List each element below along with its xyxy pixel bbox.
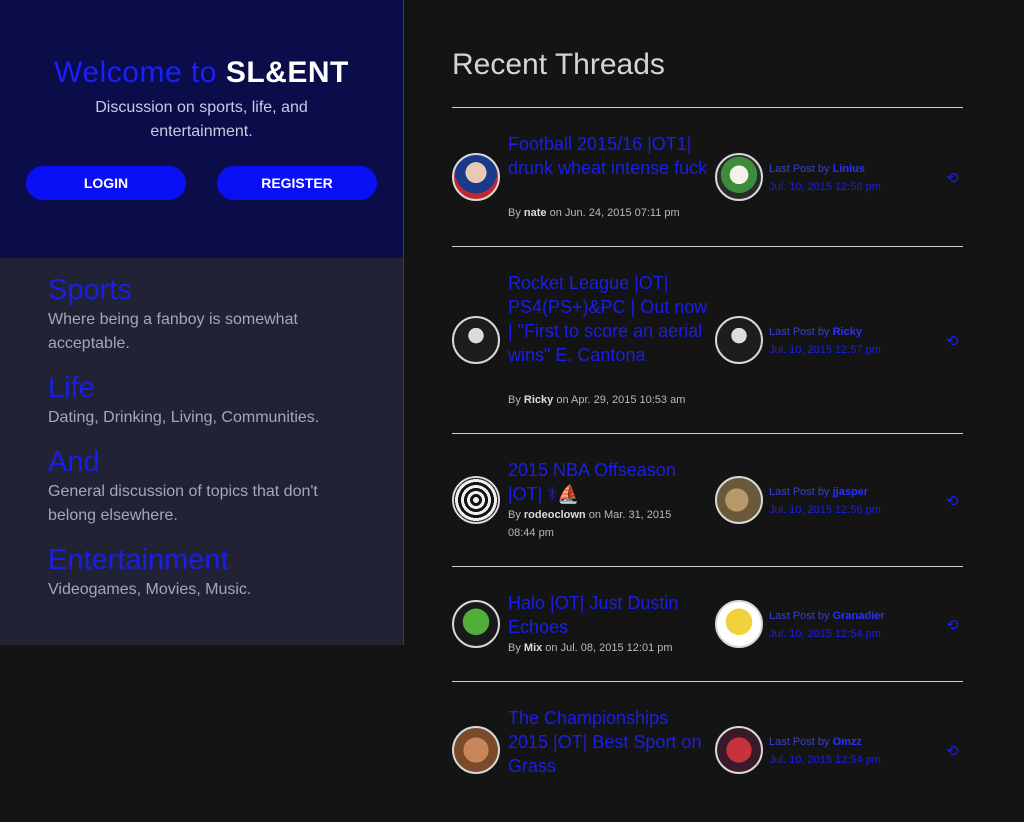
author-avatar[interactable] xyxy=(452,726,500,774)
thread-row: The Championships 2015 |OT| Best Sport o… xyxy=(452,682,963,822)
thread-meta: By Mix on Jul. 08, 2015 12:01 pm xyxy=(508,639,708,657)
thread-row: 2015 NBA Offseason |OT| ⚕⛵ By rodeoclown… xyxy=(452,434,963,567)
recent-history-icon[interactable]: ⟲ xyxy=(946,744,962,760)
welcome-prefix: Welcome to xyxy=(54,56,226,89)
by-label: By xyxy=(508,207,524,219)
author-avatar[interactable] xyxy=(452,153,500,201)
recent-history-icon[interactable]: ⟲ xyxy=(946,494,962,510)
category-and[interactable]: And General discussion of topics that do… xyxy=(48,444,355,528)
last-post-label: Last Post by xyxy=(769,610,833,622)
last-post-date: Jul. 10, 2015 12:54 pm xyxy=(769,628,881,640)
last-post-label: Last Post by xyxy=(769,326,833,338)
by-label: By xyxy=(508,509,524,521)
last-post-label: Last Post by xyxy=(769,163,833,175)
last-post-info: Last Post by jjasper Jul. 10, 2015 12:56 … xyxy=(769,483,929,519)
welcome-heading: Welcome to SL&ENT xyxy=(0,56,403,90)
category-life[interactable]: Life Dating, Drinking, Living, Communiti… xyxy=(48,370,355,430)
last-post-info: Last Post by Ricky Jul. 10, 2015 12:57 pm xyxy=(769,323,929,359)
last-poster-avatar[interactable] xyxy=(715,316,763,364)
last-poster-name[interactable]: Ricky xyxy=(833,326,862,338)
site-brand: SL&ENT xyxy=(225,56,349,89)
last-post-info: Last Post by Linius Jul. 10, 2015 12:58 p… xyxy=(769,160,929,196)
last-post-date: Jul. 10, 2015 12:57 pm xyxy=(769,344,881,356)
category-description: General discussion of topics that don't … xyxy=(48,483,318,524)
last-poster-avatar[interactable] xyxy=(715,726,763,774)
sidebar: Welcome to SL&ENT Discussion on sports, … xyxy=(0,0,404,645)
thread-meta: By nate on Jun. 24, 2015 07:11 pm xyxy=(508,204,708,222)
thread-meta: By Ricky on Apr. 29, 2015 10:53 am xyxy=(508,391,708,409)
category-title[interactable]: And xyxy=(48,444,355,480)
thread-row: Halo |OT| Just Dustin Echoes By Mix on J… xyxy=(452,567,963,682)
last-poster-name[interactable]: jjasper xyxy=(833,486,868,498)
last-post-date: Jul. 10, 2015 12:58 pm xyxy=(769,181,881,193)
last-post-label: Last Post by xyxy=(769,486,833,498)
last-post-info: Last Post by Granadier Jul. 10, 2015 12:5… xyxy=(769,607,929,643)
register-button[interactable]: REGISTER xyxy=(217,166,377,200)
recent-history-icon[interactable]: ⟲ xyxy=(946,171,962,187)
last-poster-name[interactable]: Omzz xyxy=(833,736,862,748)
thread-date: Apr. 29, 2015 10:53 am xyxy=(571,394,686,406)
last-post-date: Jul. 10, 2015 12:56 pm xyxy=(769,504,881,516)
category-description: Where being a fanboy is somewhat accepta… xyxy=(48,311,298,352)
last-post-date: Jul. 10, 2015 12:54 pm xyxy=(769,754,881,766)
last-post-label: Last Post by xyxy=(769,736,833,748)
thread-author[interactable]: Ricky xyxy=(524,394,553,406)
last-poster-name[interactable]: Linius xyxy=(833,163,865,175)
category-sports[interactable]: Sports Where being a fanboy is somewhat … xyxy=(48,272,355,356)
auth-buttons: LOGIN REGISTER xyxy=(0,166,403,200)
thread-row: Rocket League |OT| PS4(PS+)&PC | Out now… xyxy=(452,247,963,434)
last-poster-name[interactable]: Granadier xyxy=(833,610,885,622)
by-label: By xyxy=(508,642,524,654)
thread-row: Football 2015/16 |OT1| drunk wheat inten… xyxy=(452,108,963,247)
recent-threads-heading: Recent Threads xyxy=(452,48,963,108)
on-label: on xyxy=(553,394,572,406)
thread-title[interactable]: The Championships 2015 |OT| Best Sport o… xyxy=(508,706,708,778)
thread-author[interactable]: Mix xyxy=(524,642,542,654)
thread-title[interactable]: Halo |OT| Just Dustin Echoes xyxy=(508,591,708,639)
recent-history-icon[interactable]: ⟲ xyxy=(946,618,962,634)
category-title[interactable]: Life xyxy=(48,370,355,406)
last-poster-avatar[interactable] xyxy=(715,600,763,648)
category-list: Sports Where being a fanboy is somewhat … xyxy=(0,258,403,645)
author-avatar[interactable] xyxy=(452,316,500,364)
last-poster-avatar[interactable] xyxy=(715,476,763,524)
category-entertainment[interactable]: Entertainment Videogames, Movies, Music. xyxy=(48,542,355,602)
author-avatar[interactable] xyxy=(452,476,500,524)
thread-author[interactable]: rodeoclown xyxy=(524,509,586,521)
thread-title[interactable]: 2015 NBA Offseason |OT| ⚕⛵ xyxy=(508,458,713,506)
site-tagline: Discussion on sports, life, and entertai… xyxy=(95,99,308,140)
recent-history-icon[interactable]: ⟲ xyxy=(946,334,962,350)
welcome-panel: Welcome to SL&ENT Discussion on sports, … xyxy=(0,0,403,258)
last-poster-avatar[interactable] xyxy=(715,153,763,201)
thread-title[interactable]: Rocket League |OT| PS4(PS+)&PC | Out now… xyxy=(508,271,713,367)
thread-author[interactable]: nate xyxy=(524,207,547,219)
category-title[interactable]: Sports xyxy=(48,272,355,308)
thread-meta: By rodeoclown on Mar. 31, 2015 08:44 pm xyxy=(508,506,698,542)
author-avatar[interactable] xyxy=(452,600,500,648)
thread-date: Jun. 24, 2015 07:11 pm xyxy=(564,207,680,219)
category-description: Videogames, Movies, Music. xyxy=(48,581,252,598)
by-label: By xyxy=(508,394,524,406)
category-description: Dating, Drinking, Living, Communities. xyxy=(48,409,320,426)
thread-date: Jul. 08, 2015 12:01 pm xyxy=(560,642,673,654)
recent-threads-panel: Recent Threads Football 2015/16 |OT1| dr… xyxy=(452,0,963,822)
category-title[interactable]: Entertainment xyxy=(48,542,355,578)
thread-title[interactable]: Football 2015/16 |OT1| drunk wheat inten… xyxy=(508,132,708,180)
last-post-info: Last Post by Omzz Jul. 10, 2015 12:54 pm xyxy=(769,733,929,769)
login-button[interactable]: LOGIN xyxy=(26,166,186,200)
on-label: on xyxy=(546,207,565,219)
on-label: on xyxy=(585,509,604,521)
on-label: on xyxy=(542,642,561,654)
